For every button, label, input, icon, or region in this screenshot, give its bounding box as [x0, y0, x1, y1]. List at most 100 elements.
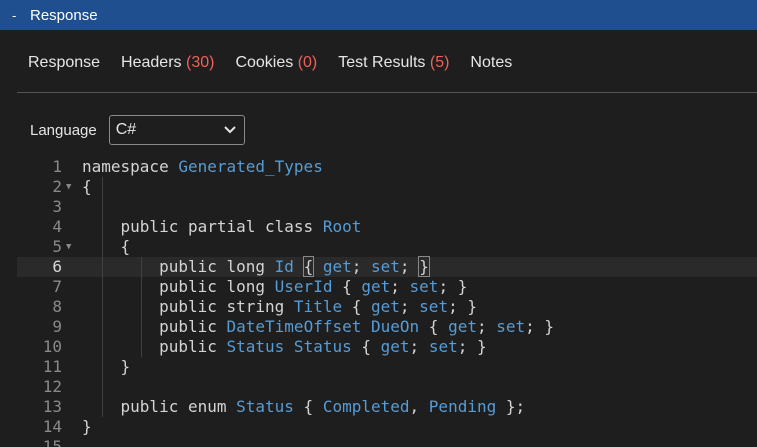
chevron-down-icon: [224, 126, 236, 134]
tab-label: Cookies: [235, 54, 294, 71]
code-line[interactable]: 2 ▼ {: [17, 177, 757, 197]
code-line[interactable]: 3: [17, 197, 757, 217]
line-number: 10: [42, 337, 62, 356]
code-token: ;: [409, 337, 429, 356]
tab-count: (0): [297, 54, 318, 71]
collapse-icon[interactable]: -: [12, 9, 22, 22]
language-selected-value: C#: [115, 121, 137, 138]
code-token: namespace: [82, 157, 179, 176]
code-line[interactable]: 9 public DateTimeOffset DueOn { get; set…: [17, 317, 757, 337]
language-select[interactable]: C#: [108, 115, 245, 145]
tab-count: (5): [429, 54, 450, 71]
code-identifier: set: [419, 297, 449, 316]
tab-label: Test Results: [338, 54, 426, 71]
code-token: ,: [409, 397, 429, 416]
code-token: {: [419, 317, 449, 336]
language-label: Language: [30, 121, 97, 139]
code-token: ; }: [525, 317, 555, 336]
code-line[interactable]: 1 namespace Generated_Types: [17, 157, 757, 177]
code-token: {: [332, 277, 362, 296]
code-token: public long: [82, 257, 275, 276]
line-number: 5: [52, 237, 62, 256]
line-number: 9: [52, 317, 62, 336]
response-panel-header[interactable]: - Response: [0, 0, 757, 30]
code-token: {: [342, 297, 371, 316]
code-line[interactable]: 13 public enum Status { Completed, Pendi…: [17, 397, 757, 417]
code-token: ; }: [448, 297, 477, 316]
code-text: public DateTimeOffset DueOn { get; set; …: [82, 317, 554, 337]
code-editor[interactable]: 1 namespace Generated_Types 2 ▼{3 4 public p…: [17, 157, 757, 447]
code-identifier: get: [361, 277, 391, 296]
code-token: ; }: [438, 277, 468, 296]
fold-triangle-icon[interactable]: ▼: [66, 177, 71, 197]
tab-label: Response: [28, 54, 101, 71]
code-line[interactable]: 5 ▼ {: [17, 237, 757, 257]
tab-notes[interactable]: Notes: [470, 54, 512, 72]
code-text: public enum Status { Completed, Pending …: [82, 397, 526, 417]
code-identifier: get: [322, 257, 352, 276]
code-line[interactable]: 14}: [17, 417, 757, 437]
code-token: }: [82, 417, 92, 436]
line-number: 4: [52, 217, 62, 236]
indent-guide: [102, 177, 103, 197]
code-token: public string: [82, 297, 294, 316]
tab-response[interactable]: Response: [28, 54, 100, 72]
code-text: public long UserId { get; set; }: [82, 277, 467, 297]
code-token: ;: [351, 257, 372, 276]
code-text: public long Id { get; set; }: [82, 256, 430, 277]
response-tabs: Response Headers (30) Cookies (0) Test R…: [17, 46, 757, 93]
code-identifier: get: [371, 297, 400, 316]
code-line[interactable]: 8 public string Title { get; set; }: [17, 297, 757, 317]
code-identifier: set: [409, 277, 439, 296]
code-identifier: Root: [322, 217, 362, 236]
tab-headers[interactable]: Headers (30): [121, 54, 214, 72]
tab-cookies[interactable]: Cookies (0): [235, 54, 317, 72]
line-number: 15: [42, 437, 62, 447]
code-text: public Status Status { get; set; }: [82, 337, 487, 357]
tab-test-results[interactable]: Test Results (5): [338, 54, 449, 72]
panel-title: Response: [30, 6, 98, 24]
code-text: }: [82, 357, 131, 377]
code-token: {: [293, 397, 323, 416]
code-identifier: Status: [236, 397, 294, 416]
code-identifier: Status Status: [226, 337, 352, 356]
code-text: {: [82, 237, 131, 257]
code-line[interactable]: 11 }: [17, 357, 757, 377]
code-line[interactable]: 4 public partial class Root: [17, 217, 757, 237]
code-line[interactable]: 10 public Status Status { get; set; }: [17, 337, 757, 357]
code-identifier: Title: [293, 297, 343, 316]
code-text: }: [82, 417, 92, 437]
code-identifier: set: [496, 317, 526, 336]
fold-triangle-icon[interactable]: ▼: [66, 237, 71, 257]
code-identifier: Pending: [428, 397, 497, 416]
code-token: ;: [476, 317, 497, 336]
code-line[interactable]: 6 public long Id { get; set; }: [17, 256, 757, 277]
code-identifier: set: [428, 337, 458, 356]
code-line[interactable]: 15: [17, 437, 757, 447]
code-identifier: DateTimeOffset DueOn: [226, 317, 420, 336]
matched-bracket: {: [302, 256, 315, 277]
code-identifier: UserId: [274, 277, 333, 296]
code-identifier: Completed: [322, 397, 410, 416]
code-identifier: Generated_Types: [178, 157, 323, 176]
code-line[interactable]: 7 public long UserId { get; set; }: [17, 277, 757, 297]
code-token: {: [82, 237, 131, 256]
code-token: };: [496, 397, 526, 416]
line-number: 11: [42, 357, 62, 376]
code-token: ; }: [457, 337, 487, 356]
code-token: ;: [390, 277, 410, 296]
code-line[interactable]: 12: [17, 377, 757, 397]
tab-label: Headers: [121, 54, 182, 71]
code-token: ;: [399, 257, 420, 276]
code-token: public enum: [82, 397, 237, 416]
line-number: 14: [42, 417, 62, 436]
matched-bracket: }: [418, 256, 430, 277]
code-text: public partial class Root: [82, 217, 362, 237]
tab-label: Notes: [470, 54, 513, 71]
code-token: ;: [399, 297, 420, 316]
line-number: 2: [52, 177, 62, 196]
code-token: public long: [82, 277, 275, 296]
indent-guide: [102, 377, 103, 397]
